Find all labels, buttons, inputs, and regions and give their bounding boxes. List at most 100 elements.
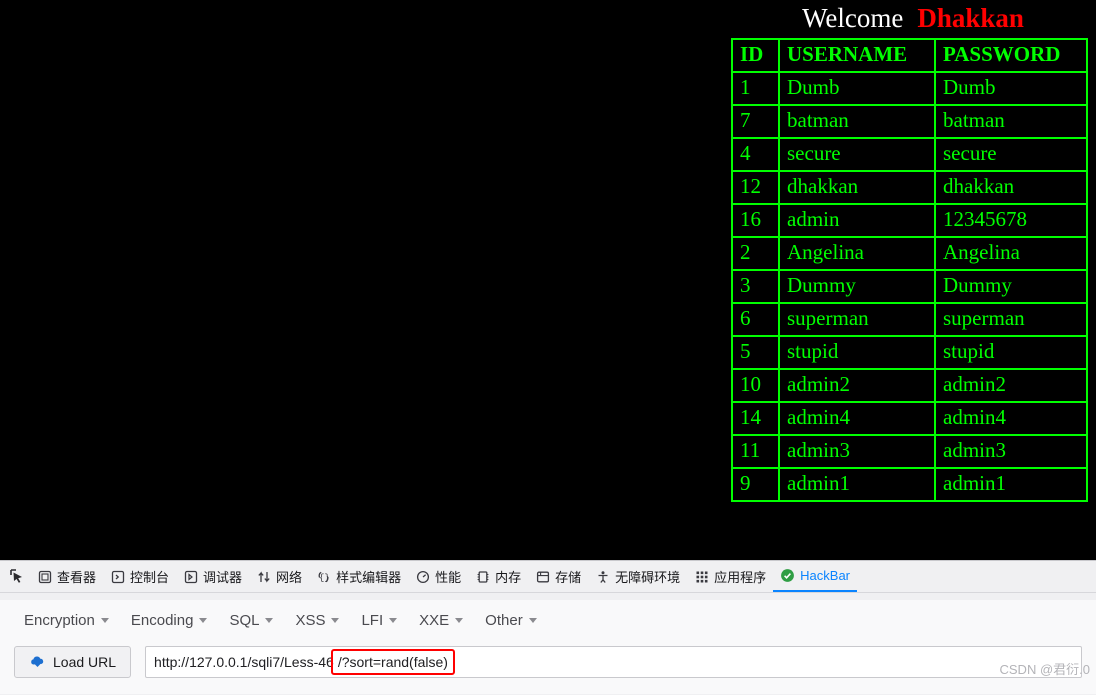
- cell-username: secure: [778, 137, 936, 172]
- cell-username: dhakkan: [778, 170, 936, 205]
- devtools-tab-1[interactable]: 查看器: [30, 564, 103, 589]
- devtools-tab-label: 查看器: [57, 570, 97, 585]
- element-picker-icon[interactable]: [6, 566, 28, 588]
- cell-id: 4: [731, 137, 780, 172]
- cell-password: dhakkan: [934, 170, 1088, 205]
- table-row: 11 admin3 admin3: [731, 434, 1088, 469]
- hackbar-menu-lfi[interactable]: LFI: [351, 609, 407, 632]
- hackbar-menu-label: Other: [485, 612, 523, 629]
- table-row: 3 Dummy Dummy: [731, 269, 1088, 304]
- welcome-label: Welcome: [802, 2, 904, 33]
- devtools-tab-9[interactable]: 无障碍环境: [588, 564, 687, 589]
- cell-password: batman: [934, 104, 1088, 139]
- style-editor-icon: {}: [316, 569, 331, 584]
- devtools-tab-10[interactable]: 应用程序: [687, 564, 773, 589]
- welcome-banner: Welcome Dhakkan: [730, 0, 1096, 36]
- cell-username: Dumb: [778, 71, 936, 106]
- hackbar-menu-xxe[interactable]: XXE: [409, 609, 473, 632]
- cloud-download-icon: [29, 655, 46, 669]
- table-header-password: PASSWORD: [934, 38, 1088, 73]
- cell-id: 6: [731, 302, 780, 337]
- table-header-id: ID: [731, 38, 780, 73]
- chevron-down-icon: [199, 618, 208, 623]
- cell-username: admin4: [778, 401, 936, 436]
- cell-password: admin4: [934, 401, 1088, 436]
- chevron-down-icon: [331, 618, 340, 623]
- cell-id: 2: [731, 236, 780, 271]
- devtools-tab-label: 存储: [555, 570, 582, 585]
- console-icon: [110, 569, 125, 584]
- devtools-tab-label: HackBar: [800, 568, 851, 583]
- cell-password: admin2: [934, 368, 1088, 403]
- storage-icon: [535, 569, 550, 584]
- table-row: 5 stupid stupid: [731, 335, 1088, 370]
- cell-username: superman: [778, 302, 936, 337]
- cell-password: stupid: [934, 335, 1088, 370]
- cell-id: 11: [731, 434, 780, 469]
- table-row: 14 admin4 admin4: [731, 401, 1088, 436]
- cell-password: secure: [934, 137, 1088, 172]
- devtools-tab-label: 性能: [435, 570, 462, 585]
- url-input[interactable]: [145, 646, 1082, 678]
- cell-id: 5: [731, 335, 780, 370]
- cell-password: superman: [934, 302, 1088, 337]
- hackbar-icon: [780, 568, 795, 583]
- table-row: 16 admin 12345678: [731, 203, 1088, 238]
- devtools-tab-8[interactable]: 存储: [528, 564, 588, 589]
- chevron-down-icon: [389, 618, 398, 623]
- hackbar-menu-encryption[interactable]: Encryption: [14, 609, 119, 632]
- cell-username: admin3: [778, 434, 936, 469]
- hackbar-menu-encoding[interactable]: Encoding: [121, 609, 218, 632]
- debugger-icon: [183, 569, 198, 584]
- cell-id: 1: [731, 71, 780, 106]
- devtools-tab-6[interactable]: 性能: [408, 564, 468, 589]
- hackbar-menu-sql[interactable]: SQL: [219, 609, 283, 632]
- cell-password: admin1: [934, 467, 1088, 502]
- devtools-tab-2[interactable]: 控制台: [103, 564, 176, 589]
- hackbar-menu-other[interactable]: Other: [475, 609, 547, 632]
- application-icon: [694, 569, 709, 584]
- cell-password: Angelina: [934, 236, 1088, 271]
- accessibility-icon: [595, 569, 610, 584]
- devtools-tab-11[interactable]: HackBar: [773, 561, 858, 592]
- devtools-tab-label: 调试器: [203, 570, 243, 585]
- cell-password: 12345678: [934, 203, 1088, 238]
- cell-username: Angelina: [778, 236, 936, 271]
- cell-username: admin: [778, 203, 936, 238]
- devtools-tab-label: 内存: [495, 570, 522, 585]
- chevron-down-icon: [528, 618, 537, 623]
- table-row: 7 batman batman: [731, 104, 1088, 139]
- page-content: Welcome Dhakkan ID USERNAME PASSWORD 1 Du…: [0, 0, 1096, 560]
- devtools-tab-label: 样式编辑器: [336, 570, 402, 585]
- devtools-tab-5[interactable]: {} 样式编辑器: [309, 564, 408, 589]
- hackbar-url-row: Load URL http://127.0.0.1/sqli7/Less-46 …: [0, 646, 1096, 678]
- devtools-tab-7[interactable]: 内存: [468, 564, 528, 589]
- cell-username: batman: [778, 104, 936, 139]
- table-row: 2 Angelina Angelina: [731, 236, 1088, 271]
- table-row: 4 secure secure: [731, 137, 1088, 172]
- cell-id: 3: [731, 269, 780, 304]
- cell-password: Dumb: [934, 71, 1088, 106]
- chevron-down-icon: [455, 618, 464, 623]
- dump-table: ID USERNAME PASSWORD 1 Dumb Dumb 7 batman bat…: [731, 38, 1088, 502]
- svg-text:{}: {}: [319, 573, 330, 583]
- inspector-icon: [37, 569, 52, 584]
- table-row: 10 admin2 admin2: [731, 368, 1088, 403]
- url-field-wrapper: http://127.0.0.1/sqli7/Less-46 /?sort=ra…: [145, 646, 1082, 678]
- devtools-tab-3[interactable]: 调试器: [176, 564, 249, 589]
- devtools-tabbar: 查看器 控制台 调试器 网络 {} 样式编辑器 性能 内存 存储 无障碍环境 应用程序 HackBar: [0, 561, 1096, 593]
- table-header-username: USERNAME: [778, 38, 936, 73]
- cell-username: admin2: [778, 368, 936, 403]
- welcome-username: Dhakkan: [917, 2, 1024, 33]
- hackbar-menu-label: Encryption: [24, 612, 95, 629]
- hackbar-menu-xss[interactable]: XSS: [285, 609, 349, 632]
- cell-password: admin3: [934, 434, 1088, 469]
- cell-id: 7: [731, 104, 780, 139]
- hackbar-menu-label: LFI: [361, 612, 384, 629]
- devtools-tab-4[interactable]: 网络: [249, 564, 309, 589]
- load-url-button[interactable]: Load URL: [14, 646, 132, 678]
- hackbar-menubar: Encryption Encoding SQL XSS LFI XXE Other: [0, 600, 1096, 640]
- table-row: 6 superman superman: [731, 302, 1088, 337]
- table-row: 9 admin1 admin1: [731, 467, 1088, 502]
- table-row: 1 Dumb Dumb: [731, 71, 1088, 106]
